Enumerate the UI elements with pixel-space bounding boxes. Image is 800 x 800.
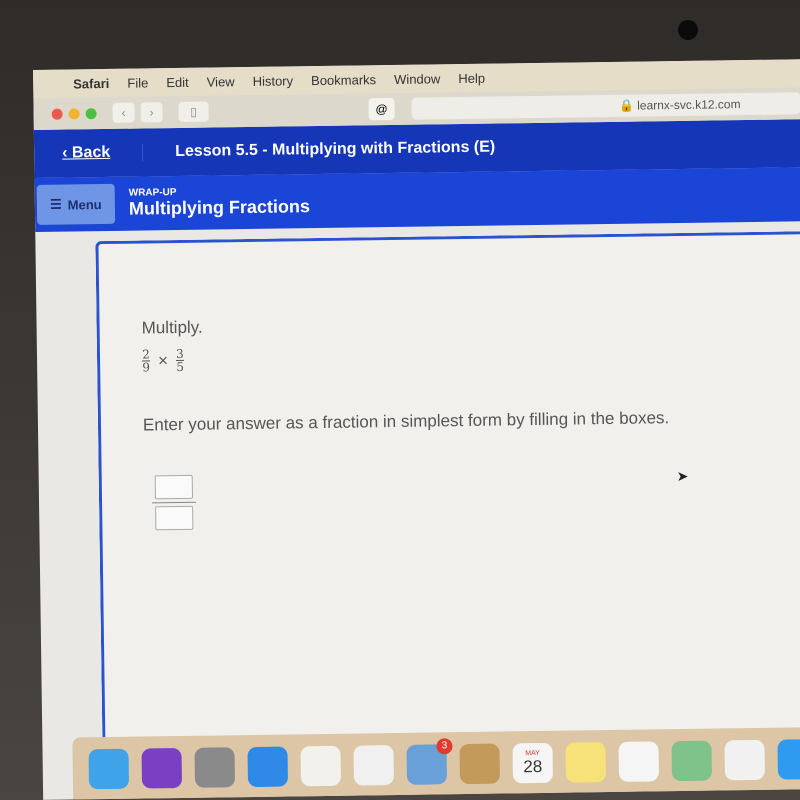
question-card: Multiply. 29 × 35 Enter your answer as a… (95, 231, 800, 762)
menu-button[interactable]: ☰ Menu (36, 183, 116, 225)
dock-reminders-icon[interactable] (618, 741, 659, 782)
lesson-title: Lesson 5.5 - Multiplying with Fractions … (175, 138, 496, 161)
minimize-window-button[interactable] (68, 107, 80, 120)
menu-view[interactable]: View (207, 74, 235, 89)
dock-launchpad-icon[interactable] (194, 747, 236, 788)
close-window-button[interactable] (51, 108, 63, 120)
forward-nav-button[interactable]: › (140, 102, 163, 123)
dock-calendar-icon[interactable]: MAY 28 (512, 742, 554, 784)
answer-fraction (152, 474, 197, 531)
dock-preview-icon[interactable]: 3 (406, 738, 453, 785)
dock: 3 MAY 28 (72, 726, 800, 800)
address-bar[interactable]: 🔒 learnx-svc.k12.com (411, 92, 800, 120)
denominator-input[interactable] (155, 505, 194, 531)
instruction-text: Enter your answer as a fraction in simpl… (142, 408, 670, 435)
menu-edit[interactable]: Edit (166, 74, 189, 89)
maximize-window-button[interactable] (85, 107, 97, 119)
notification-badge: 3 (436, 738, 453, 755)
dock-document-icon[interactable] (300, 745, 342, 787)
extension-icon[interactable]: @ (368, 97, 395, 121)
sidebar-toggle-button[interactable]: ▯ (178, 101, 209, 122)
menu-help[interactable]: Help (458, 70, 485, 85)
dock-siri-icon[interactable] (141, 747, 183, 789)
dock-contacts-icon[interactable] (459, 743, 501, 785)
dock-finder-icon[interactable] (88, 748, 130, 790)
fraction-expression: 29 × 35 (142, 346, 185, 375)
fraction-bar (152, 501, 197, 504)
dock-maps-icon[interactable] (671, 740, 712, 782)
menu-safari[interactable]: Safari (73, 75, 109, 91)
hamburger-icon: ☰ (49, 196, 62, 212)
section-title: Multiplying Fractions (128, 196, 311, 219)
numerator-input[interactable] (154, 474, 194, 500)
dock-chrome-icon[interactable] (353, 745, 395, 786)
menu-file[interactable]: File (127, 75, 148, 90)
camera (678, 20, 698, 40)
fraction-1: 29 (142, 347, 151, 375)
dock-photos-icon[interactable] (724, 739, 765, 781)
menu-label: Menu (67, 196, 102, 213)
dock-safari-icon[interactable] (247, 746, 289, 788)
menu-bookmarks[interactable]: Bookmarks (311, 72, 376, 88)
dock-notes-icon[interactable] (565, 742, 606, 783)
screen: Safari File Edit View History Bookmarks … (33, 59, 800, 800)
mouse-cursor-icon: ➤ (676, 467, 689, 485)
menu-history[interactable]: History (253, 73, 294, 89)
section-header: ☰ Menu WRAP-UP Multiplying Fractions (34, 167, 800, 232)
back-link[interactable]: ‹ Back (62, 143, 144, 163)
fraction-2: 35 (175, 346, 185, 375)
times-operator: × (157, 350, 169, 370)
menu-window[interactable]: Window (394, 71, 440, 87)
question-prompt: Multiply. (141, 317, 203, 338)
back-nav-button[interactable]: ‹ (112, 102, 135, 123)
dock-messages-icon[interactable] (777, 739, 800, 780)
